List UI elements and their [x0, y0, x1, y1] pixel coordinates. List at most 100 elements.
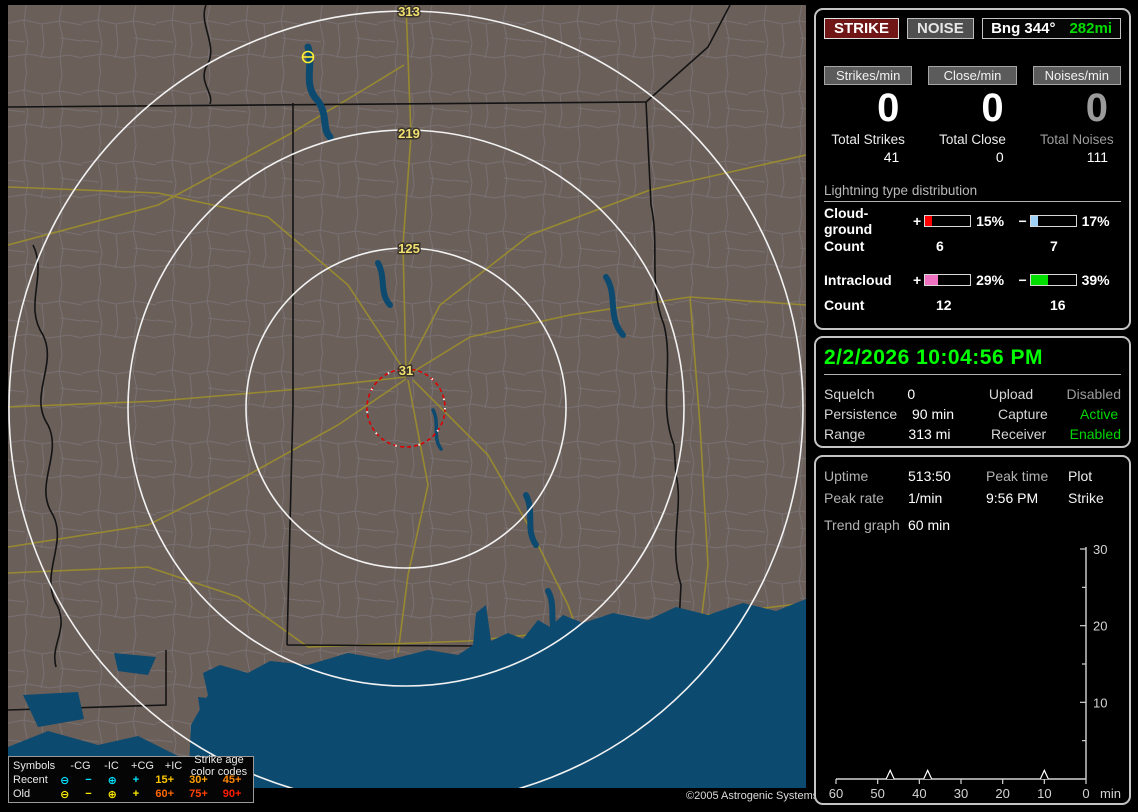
svg-text:min: min: [1100, 786, 1121, 801]
trend-graph-label: Trend graph: [824, 517, 900, 533]
range-label: Range: [824, 426, 866, 442]
strikes-rate-value: 0: [877, 86, 900, 130]
copyright-text: ©2005 Astrogenic Systems: [686, 790, 819, 802]
intracloud-count-row: Count 12 16: [824, 297, 1121, 313]
distribution-title: Lightning type distribution: [824, 183, 1121, 202]
ic-negative-pct: 39%: [1081, 272, 1110, 288]
cloud-ground-row: Cloud-ground + 15% − 17%: [824, 205, 1121, 237]
peak-time-value: 9:56 PM: [986, 490, 1039, 506]
strikes-per-min-button[interactable]: Strikes/min: [824, 66, 913, 85]
strike-mode-button[interactable]: STRIKE: [824, 18, 900, 39]
noises-per-min-button[interactable]: Noises/min: [1032, 66, 1121, 85]
ring-label-31: 31: [399, 363, 413, 378]
cg-negative-pct: 17%: [1081, 213, 1110, 229]
uptime-label: Uptime: [824, 468, 869, 484]
legend-old-row: Old ⊖ − ⊕ + 60+ 75+ 90+: [13, 787, 249, 801]
legend-recent-row: Recent ⊖ − ⊕ + 15+ 30+ 45+: [13, 773, 249, 787]
cloud-ground-label: Cloud-ground: [824, 205, 873, 237]
cg-positive-count: 6: [936, 238, 944, 254]
age-75: 75+: [189, 788, 208, 800]
noises-counter: Noises/min 0 Total Noises 111: [1032, 66, 1121, 165]
svg-text:10: 10: [1093, 695, 1107, 710]
noise-mode-button[interactable]: NOISE: [907, 18, 974, 39]
legend-col-pos-ic: +IC: [164, 760, 183, 772]
peak-rate-value: 1/min: [908, 490, 943, 506]
bearing-value: Bng 344°: [991, 20, 1056, 37]
squelch-value: 0: [907, 386, 916, 402]
ring-label-125: 125: [398, 241, 420, 256]
total-noises-value: 111: [1086, 149, 1108, 165]
status-panel: 2/2/2026 10:04:56 PM Squelch 0 Upload Di…: [814, 336, 1131, 448]
svg-text:20: 20: [995, 786, 1009, 801]
svg-text:20: 20: [1093, 619, 1107, 634]
cg-positive-pct: 15%: [976, 213, 1005, 229]
status-row: Range 313 mi Receiver Enabled: [824, 424, 1121, 444]
lightning-map[interactable]: 313 219 125 31: [8, 5, 806, 788]
total-noises-label: Total Noises: [1040, 132, 1114, 147]
age-60: 60+: [155, 788, 175, 800]
strikes-counter: Strikes/min 0 Total Strikes 41: [824, 66, 913, 165]
total-close-value: 0: [995, 149, 1004, 165]
count-label: Count: [824, 297, 865, 313]
peak-time-label: Peak time: [986, 468, 1049, 484]
legend-old-label: Old: [13, 788, 31, 800]
ring-label-219: 219: [398, 126, 420, 141]
svg-text:60: 60: [829, 786, 843, 801]
age-90: 90+: [222, 788, 242, 800]
svg-text:30: 30: [954, 786, 968, 801]
squelch-label: Squelch: [824, 386, 875, 402]
legend-col-pos-cg: +CG: [131, 760, 154, 772]
ic-positive-pct: 29%: [976, 272, 1005, 288]
bearing-distance: 282mi: [1069, 20, 1112, 37]
map-canvas: 313 219 125 31: [8, 5, 806, 788]
age-30: 30+: [189, 774, 208, 786]
capture-status: Active: [1080, 406, 1119, 422]
status-row: Persistence 90 min Capture Active: [824, 404, 1121, 424]
minus-sign: −: [1018, 213, 1027, 229]
svg-text:50: 50: [870, 786, 884, 801]
status-row: Squelch 0 Upload Disabled: [824, 384, 1121, 404]
close-per-min-button[interactable]: Close/min: [928, 66, 1017, 85]
old-pos-cg-icon: ⊕: [107, 788, 117, 801]
close-counter: Close/min 0 Total Close 0: [928, 66, 1017, 165]
trend-graph-duration: 60 min: [908, 517, 951, 533]
legend-col-neg-cg: -CG: [70, 760, 91, 772]
intracloud-label: Intracloud: [824, 272, 892, 288]
recent-pos-ic-icon: +: [132, 774, 140, 786]
receiver-label: Receiver: [990, 426, 1047, 442]
range-value: 313 mi: [908, 426, 951, 442]
datetime-display: 2/2/2026 10:04:56 PM: [824, 346, 1121, 375]
old-neg-ic-icon: −: [85, 788, 92, 800]
old-pos-ic-icon: +: [132, 788, 140, 800]
recent-neg-ic-icon: −: [85, 774, 92, 786]
age-45: 45+: [222, 774, 242, 786]
minus-sign: −: [1018, 272, 1027, 288]
upload-status: Disabled: [1066, 386, 1121, 402]
recent-neg-cg-icon: ⊖: [60, 774, 70, 787]
peak-rate-row: Peak rate 1/min 9:56 PM Strike: [824, 487, 1121, 509]
legend-symbols-header: Symbols: [13, 760, 56, 772]
recent-pos-cg-icon: ⊕: [107, 774, 117, 787]
persistence-label: Persistence: [824, 406, 898, 422]
plot-mode-value: Strike: [1068, 490, 1104, 506]
ring-label-313: 313: [398, 5, 420, 19]
app-window: 313 219 125 31 Symbols -CG -IC +CG +IC S…: [0, 0, 1138, 812]
total-close-label: Total Close: [939, 132, 1006, 147]
old-neg-cg-icon: ⊖: [60, 788, 70, 801]
ic-negative-bar: [1029, 274, 1077, 286]
persistence-value: 90 min: [912, 406, 955, 422]
legend-recent-label: Recent: [13, 774, 48, 786]
symbol-legend: Symbols -CG -IC +CG +IC Strike age color…: [8, 754, 254, 803]
svg-text:30: 30: [1093, 542, 1107, 557]
uptime-value: 513:50: [908, 468, 951, 484]
plot-label: Plot: [1068, 468, 1093, 484]
noises-rate-value: 0: [1085, 86, 1108, 130]
count-label: Count: [824, 238, 865, 254]
stats-panel: STRIKE NOISE Bng 344° 282mi Strikes/min …: [814, 8, 1131, 330]
legend-header-row: Symbols -CG -IC +CG +IC Strike age color…: [13, 754, 249, 778]
legend-col-neg-ic: -IC: [104, 760, 119, 772]
intracloud-row: Intracloud + 29% − 39%: [824, 270, 1121, 290]
cloud-ground-count-row: Count 6 7: [824, 238, 1121, 254]
capture-label: Capture: [998, 406, 1048, 422]
receiver-status: Enabled: [1069, 426, 1121, 442]
